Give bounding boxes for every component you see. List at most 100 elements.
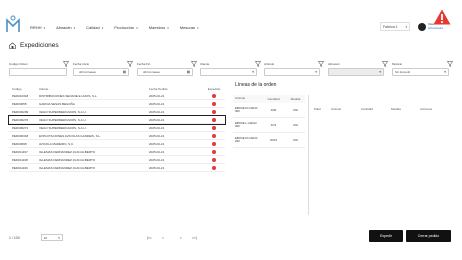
menu-calidad[interactable]: Calidad ▾ xyxy=(86,25,103,30)
expedido-cell xyxy=(203,125,225,130)
factory-select[interactable]: Fabrica 1 ▾ xyxy=(380,22,410,31)
filter-icon[interactable] xyxy=(63,61,69,67)
table-row[interactable]: PED030209 VEGO SUPERMERCADOS, S.A.U. 2025-… xyxy=(9,108,225,116)
company-logo[interactable] xyxy=(6,15,20,33)
table-row[interactable]: PED030271 VEGO SUPERMERCADOS, S.A.U. 2025-… xyxy=(9,124,225,132)
status-dot xyxy=(212,149,216,154)
filter-icon[interactable] xyxy=(127,61,133,67)
user-role: Administrador xyxy=(428,27,444,30)
expedido-cell xyxy=(203,93,225,98)
menu-produccion[interactable]: Producción ▾ xyxy=(114,25,138,30)
line-article: EBOXE M CAR12 360 xyxy=(235,105,258,113)
prev-page-button[interactable]: < xyxy=(162,236,164,240)
filter-label: Artículo xyxy=(264,62,275,66)
filter-fecha-fin: Fecha Fin dd/mm/aaaa ▦ xyxy=(137,61,197,76)
codigo-orden-input[interactable] xyxy=(9,68,67,76)
menu-label: Maestros xyxy=(148,25,166,30)
status-dot xyxy=(212,165,216,170)
status-dot xyxy=(212,109,216,114)
first-page-button[interactable]: |<< xyxy=(147,236,152,240)
line-qty: 0/72 xyxy=(270,123,277,127)
date-placeholder: dd/mm/aaaa xyxy=(79,70,96,74)
warning-icon[interactable] xyxy=(433,9,451,25)
mostrar-select[interactable]: Sin Expedir ▾ xyxy=(392,68,449,76)
order-lines-panel: Líneas de la orden Artículo Cantidad Med… xyxy=(233,82,451,232)
cerrar-pedido-button[interactable]: Cerrar pedido xyxy=(406,230,451,242)
filter-icon[interactable] xyxy=(318,61,324,67)
order-client: IGLESIAS FERNANDEZ JUAN ALBERTO xyxy=(39,165,96,170)
order-line-row[interactable]: EBOXE M CAR12 250 0/216 UNI xyxy=(233,133,305,148)
column-header-acciones: Acciones xyxy=(420,107,433,111)
order-line-row[interactable]: EBOXE M CAR12 360 0/30 UNI xyxy=(233,103,305,118)
menu-label: Almacén xyxy=(56,25,72,30)
column-header-medida: Medida xyxy=(290,97,301,101)
factory-select-value: Fabrica 1 xyxy=(383,24,398,29)
chevron-down-icon: ▾ xyxy=(58,235,60,240)
cliente-select[interactable]: ▾ xyxy=(200,68,257,76)
last-page-button[interactable]: >>| xyxy=(192,236,197,240)
column-header-codigo[interactable]: Código xyxy=(9,87,39,91)
column-header-cliente[interactable]: Cliente xyxy=(39,87,149,91)
chevron-down-icon: ▾ xyxy=(43,25,46,30)
fecha-inicio-input[interactable]: dd/mm/aaaa ▦ xyxy=(73,68,129,76)
expedir-button[interactable]: Expedir xyxy=(369,230,403,242)
filter-almacen: Almacén ▾ xyxy=(328,61,388,76)
line-qty: 0/216 xyxy=(270,138,277,142)
pallet-lines-table: Palet Artículo Cantidad Medida Acciones xyxy=(308,95,451,215)
articulo-select[interactable]: ▾ xyxy=(264,68,320,76)
user-avatar[interactable] xyxy=(418,23,426,31)
menu-mesuras[interactable]: Mesuras ▾ xyxy=(180,25,199,30)
order-code: PED030270 xyxy=(12,117,29,122)
order-client: VEGO SUPERMERCADOS, S.A.U. xyxy=(39,109,87,114)
main-menu: RRHH ▾ Almacén ▾ Calidad ▾ Producción ▾ Maes… xyxy=(30,25,210,30)
filters-bar: Codigo Orden Fecha Inicio dd/mm/aaaa ▦ F… xyxy=(9,61,453,82)
table-row[interactable]: PED011197 IGLESIAS FERNANDEZ JUAN ALBERTO… xyxy=(9,148,225,156)
table-row-selected[interactable]: PED030270 VEGO SUPERMERCADOS, S.A.U. 2025-… xyxy=(8,115,226,125)
filter-icon[interactable] xyxy=(382,61,388,67)
order-code: PED030209 xyxy=(12,109,29,114)
menu-rrhh[interactable]: RRHH ▾ xyxy=(30,25,45,30)
menu-almacen[interactable]: Almacén ▾ xyxy=(56,25,75,30)
order-code: PED011198 xyxy=(12,157,28,162)
page-info: 1 / 100 xyxy=(9,235,20,240)
filter-icon[interactable] xyxy=(447,61,453,67)
column-header-fecha[interactable]: Fecha Pedido xyxy=(149,87,203,91)
chevron-down-icon: ▾ xyxy=(405,24,407,29)
filter-label: Fecha Fin xyxy=(137,62,151,66)
status-dot xyxy=(212,133,216,138)
fecha-fin-input[interactable]: dd/mm/aaaa ▦ xyxy=(137,68,193,76)
expedido-cell xyxy=(203,109,225,114)
filter-icon[interactable] xyxy=(255,61,261,67)
filter-articulo: Artículo ▾ xyxy=(264,61,324,76)
line-article: EBOXE L CAR12 360 xyxy=(235,120,257,128)
order-lines-title: Líneas de la orden xyxy=(235,82,277,88)
table-row[interactable]: PED011199 IGLESIAS FERNANDEZ JUAN ALBERTO… xyxy=(9,164,225,172)
calendar-icon[interactable]: ▦ xyxy=(187,70,190,74)
filter-codigo-orden: Codigo Orden xyxy=(9,61,69,76)
order-line-row[interactable]: EBOXE L CAR12 360 0/72 UNI xyxy=(233,118,305,133)
column-header-medida: Medida xyxy=(391,107,401,111)
order-date: 2025-02-21 xyxy=(149,117,165,122)
order-client: DISTRIBUCIONES SEOANE E HIJOS, S.L. xyxy=(39,93,98,98)
table-row[interactable]: PED011198 IGLESIAS FERNANDEZ JUAN ALBERTO… xyxy=(9,156,225,164)
table-row[interactable]: PED03098 AVICOLA MADEIRO, S.C. 2025-02-21 xyxy=(9,140,225,148)
home-icon xyxy=(9,42,16,49)
menu-maestros[interactable]: Maestros ▾ xyxy=(149,25,169,30)
line-unit: UNI xyxy=(293,138,298,142)
status-dot xyxy=(212,157,216,162)
table-row[interactable]: PED03055 GARCIA SESAS BEGOÑA 2025-02-21 xyxy=(9,100,225,108)
order-client: VEGO SUPERMERCADOS, S.A.U. xyxy=(39,117,87,122)
top-navigation-bar: RRHH ▾ Almacén ▾ Calidad ▾ Producción ▾ Maes… xyxy=(0,0,462,40)
table-row[interactable]: PED030318 EXPLOTACIONES AVICOLAS GANDEIS,… xyxy=(9,132,225,140)
page-size-select[interactable]: 10 ▾ xyxy=(40,234,63,241)
expedido-cell xyxy=(203,133,225,138)
column-header-expedido[interactable]: Expedido xyxy=(203,87,225,91)
order-code: PED010318 xyxy=(12,93,29,98)
table-row[interactable]: PED010318 DISTRIBUCIONES SEOANE E HIJOS, … xyxy=(9,92,225,100)
menu-label: Producción xyxy=(114,25,135,30)
next-page-button[interactable]: > xyxy=(180,236,182,240)
filter-icon[interactable] xyxy=(191,61,197,67)
order-date: 2025-02-21 xyxy=(149,101,165,106)
almacen-select[interactable]: ▾ xyxy=(328,68,384,76)
calendar-icon[interactable]: ▦ xyxy=(123,70,126,74)
